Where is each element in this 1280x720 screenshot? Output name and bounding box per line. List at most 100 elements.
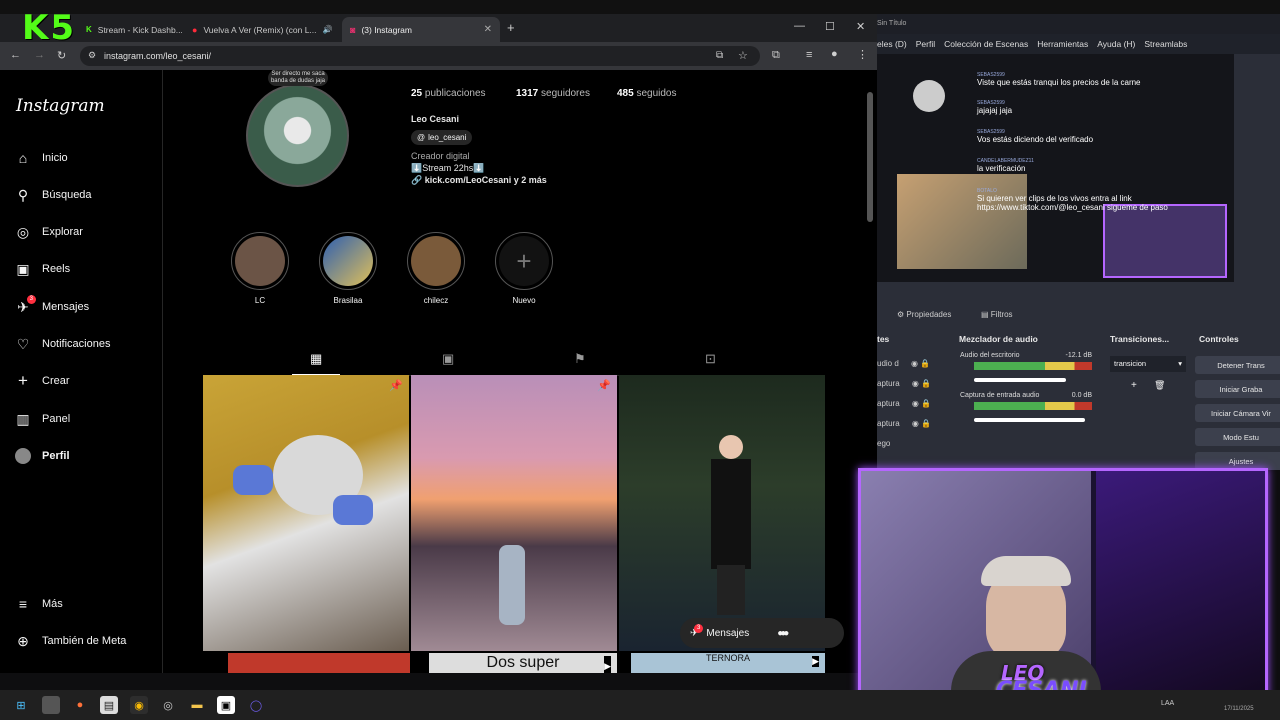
lock-icon[interactable]: 🔒	[921, 399, 931, 408]
scrollbar[interactable]	[867, 92, 873, 222]
menu-escenas[interactable]: Colección de Escenas	[944, 39, 1028, 54]
folder-icon[interactable]: ▬	[188, 696, 206, 714]
screen-top-strip	[0, 0, 1280, 14]
profile-avatar[interactable]	[246, 84, 349, 187]
extensions-icon[interactable]: ⧉	[772, 49, 780, 62]
profile-bio: ⬇️Stream 22hs⬇️	[411, 163, 485, 173]
stop-stream-button[interactable]: Detener Trans	[1195, 356, 1280, 374]
firefox-icon[interactable]: ●	[71, 696, 89, 714]
post-row2-3[interactable]: TERNORA ▶	[631, 653, 825, 673]
more-icon[interactable]: ⋮	[857, 48, 868, 61]
messages-pill[interactable]: ✈ 3 Mensajes ●●●	[680, 618, 844, 648]
tagged-tab-icon[interactable]: ⊡	[705, 351, 716, 367]
nav-mas[interactable]: ≡ Más	[15, 596, 63, 612]
new-tab-icon[interactable]: +	[507, 20, 515, 35]
profile-link[interactable]: 🔗 kick.com/LeoCesani y 2 más	[411, 175, 547, 186]
volume-slider[interactable]	[974, 378, 1067, 382]
nav-mensajes[interactable]: ✈ 3 Mensajes	[15, 295, 89, 315]
post-garden[interactable]	[619, 375, 825, 651]
tab-propiedades[interactable]: ⚙ Propiedades	[897, 310, 951, 319]
post-row2-1[interactable]	[228, 653, 410, 673]
source-item[interactable]: aptura ◉ 🔒	[877, 394, 931, 414]
eye-icon[interactable]: ◉	[912, 399, 919, 408]
lock-icon[interactable]: 🔒	[921, 379, 931, 388]
instagram-logo[interactable]: Instagram	[16, 96, 105, 116]
windows-start-icon[interactable]: ⊞	[12, 696, 30, 714]
menu-streamlabs[interactable]: Streamlabs	[1144, 39, 1187, 54]
menu-ayuda[interactable]: Ayuda (H)	[1097, 39, 1135, 54]
nav-meta[interactable]: ⊕ También de Meta	[15, 633, 126, 649]
lock-icon[interactable]: 🔒	[921, 419, 931, 428]
menu-perfil[interactable]: Perfil	[916, 39, 935, 54]
studio-mode-button[interactable]: Modo Estu	[1195, 428, 1280, 446]
source-item[interactable]: udio d ◉ 🔒	[877, 354, 931, 374]
source-item[interactable]: ego	[877, 434, 931, 454]
eye-icon[interactable]: ◉	[912, 379, 919, 388]
lock-icon[interactable]: 🔒	[920, 359, 930, 368]
volume-slider[interactable]	[974, 418, 1085, 422]
nav-panel[interactable]: ▥ Panel	[15, 411, 70, 427]
menu-paneles[interactable]: eles (D)	[877, 39, 907, 54]
task-view-icon[interactable]	[42, 696, 60, 714]
chrome-icon[interactable]: ◉	[130, 696, 148, 714]
forward-icon[interactable]: →	[34, 49, 45, 61]
grid-tab-icon[interactable]: ▦	[310, 351, 322, 367]
nav-perfil[interactable]: Perfil	[15, 448, 70, 464]
nav-busqueda[interactable]: ⚲ Búsqueda	[15, 187, 92, 203]
tab-filtros[interactable]: ▤ Filtros	[981, 310, 1013, 319]
saved-tab-icon[interactable]: ⚑	[574, 351, 586, 367]
install-icon[interactable]: ⧉	[716, 50, 723, 61]
threads-handle-chip[interactable]: @ leo_cesani	[411, 130, 473, 145]
nav-reels[interactable]: ▣ Reels	[15, 261, 70, 277]
site-info-icon[interactable]: ⚙	[88, 50, 96, 61]
obs-icon[interactable]: ◎	[159, 696, 177, 714]
stat-following[interactable]: 485 seguidos	[617, 88, 677, 99]
post-barber[interactable]: 📌	[203, 375, 409, 651]
menu-herramientas[interactable]: Herramientas	[1037, 39, 1088, 54]
app-icon[interactable]: ▣	[217, 696, 235, 714]
minimize-icon[interactable]: —	[794, 20, 805, 32]
streamlabs-icon[interactable]: ◯	[247, 696, 265, 714]
tab-youtube[interactable]: ● Vuelva A Ver (Remix) (con L... 🔊 ✕	[184, 17, 338, 42]
highlight-new[interactable]: + Nuevo	[494, 232, 554, 305]
close-icon[interactable]: ✕	[484, 24, 492, 35]
virtual-camera-button[interactable]: Iniciar Cámara Vir	[1195, 404, 1280, 422]
bookmark-star-icon[interactable]: ☆	[738, 49, 748, 62]
profile-note[interactable]: Ser directo me saca banda de dudas jaja	[268, 70, 328, 86]
back-icon[interactable]: ←	[10, 49, 21, 61]
reload-icon[interactable]: ↻	[57, 49, 66, 62]
nav-crear[interactable]: + Crear	[15, 371, 69, 390]
stat-posts: 25 publicaciones	[411, 88, 486, 99]
eye-icon[interactable]: ◉	[912, 419, 919, 428]
reels-tab-icon[interactable]: ▣	[442, 351, 454, 367]
nav-notificaciones[interactable]: ♡ Notificaciones	[15, 336, 111, 352]
nav-explorar[interactable]: ◎ Explorar	[15, 224, 83, 240]
transition-select[interactable]: transicion ▾	[1110, 356, 1186, 372]
url-input[interactable]: ⚙ instagram.com/leo_cesani/ ⧉ ☆	[80, 46, 760, 66]
highlight-lc[interactable]: LC	[230, 232, 290, 305]
tab-kick[interactable]: K Stream - Kick Dashb... ✕	[78, 17, 182, 42]
post-sunset[interactable]: 📌	[411, 375, 617, 651]
language-indicator[interactable]: LAA	[1161, 700, 1174, 707]
profile-name: Leo Cesani	[411, 114, 460, 124]
obs-menu-bar: eles (D) Perfil Colección de Escenas Her…	[877, 34, 1280, 54]
media-icon[interactable]: ≡	[806, 49, 812, 61]
clock-date[interactable]: 17/11/2025	[1224, 706, 1254, 712]
trash-icon[interactable]: 🗑	[1154, 380, 1165, 391]
nav-inicio[interactable]: ⌂ Inicio	[15, 150, 68, 166]
window-close-icon[interactable]: ✕	[856, 20, 865, 33]
highlight-brasilaa[interactable]: Brasilaa	[318, 232, 378, 305]
start-recording-button[interactable]: Iniciar Graba	[1195, 380, 1280, 398]
store-icon[interactable]: ▤	[100, 696, 118, 714]
maximize-icon[interactable]: ☐	[825, 20, 835, 33]
source-item[interactable]: aptura ◉ 🔒	[877, 374, 931, 394]
add-transition-icon[interactable]: +	[1131, 380, 1137, 391]
post-row2-2[interactable]: Dos super ▶	[429, 653, 617, 673]
highlight-chilecz[interactable]: chilecz	[406, 232, 466, 305]
profile-icon[interactable]: ●	[831, 48, 838, 60]
stat-followers[interactable]: 1317 seguidores	[516, 88, 590, 99]
tab-instagram[interactable]: ◙ (3) Instagram ✕	[342, 17, 500, 42]
eye-icon[interactable]: ◉	[911, 359, 918, 368]
source-item[interactable]: aptura ◉ 🔒	[877, 414, 931, 434]
unread-badge: 3	[26, 295, 36, 304]
